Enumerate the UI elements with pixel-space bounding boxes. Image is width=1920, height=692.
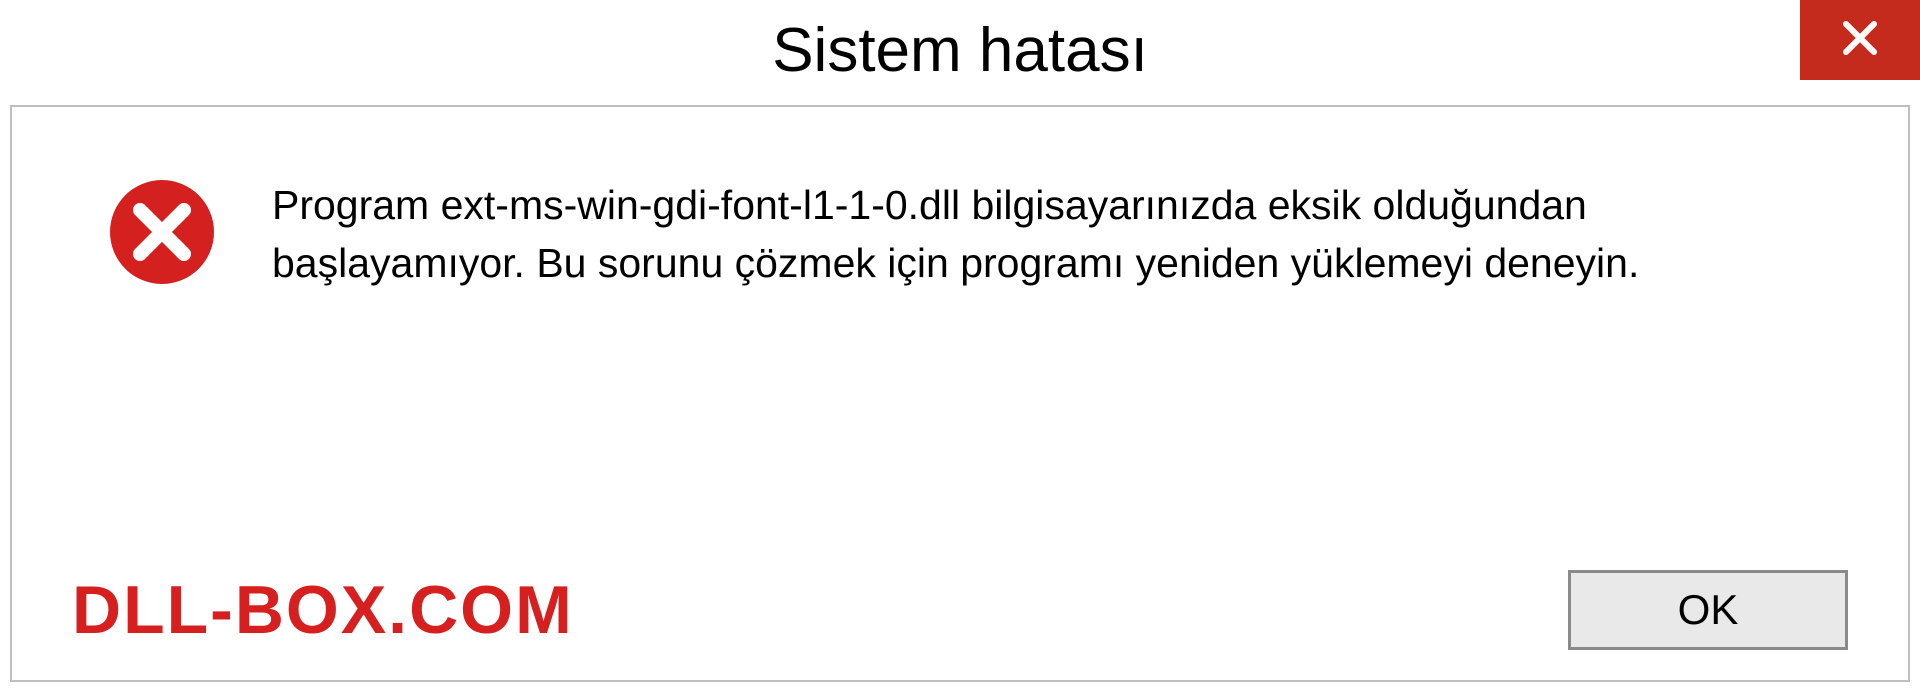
dialog-title: Sistem hatası xyxy=(772,15,1148,86)
message-area: Program ext-ms-win-gdi-font-l1-1-0.dll b… xyxy=(12,107,1908,332)
error-message-text: Program ext-ms-win-gdi-font-l1-1-0.dll b… xyxy=(272,177,1848,292)
close-icon xyxy=(1840,18,1880,63)
watermark-text: DLL-BOX.COM xyxy=(72,571,574,649)
titlebar: Sistem hatası xyxy=(0,0,1920,100)
dialog-body: Program ext-ms-win-gdi-font-l1-1-0.dll b… xyxy=(10,105,1910,682)
dialog-footer: DLL-BOX.COM OK xyxy=(72,570,1848,650)
error-icon xyxy=(107,177,217,292)
ok-button[interactable]: OK xyxy=(1568,570,1848,650)
ok-button-label: OK xyxy=(1678,586,1739,634)
close-button[interactable] xyxy=(1800,0,1920,80)
